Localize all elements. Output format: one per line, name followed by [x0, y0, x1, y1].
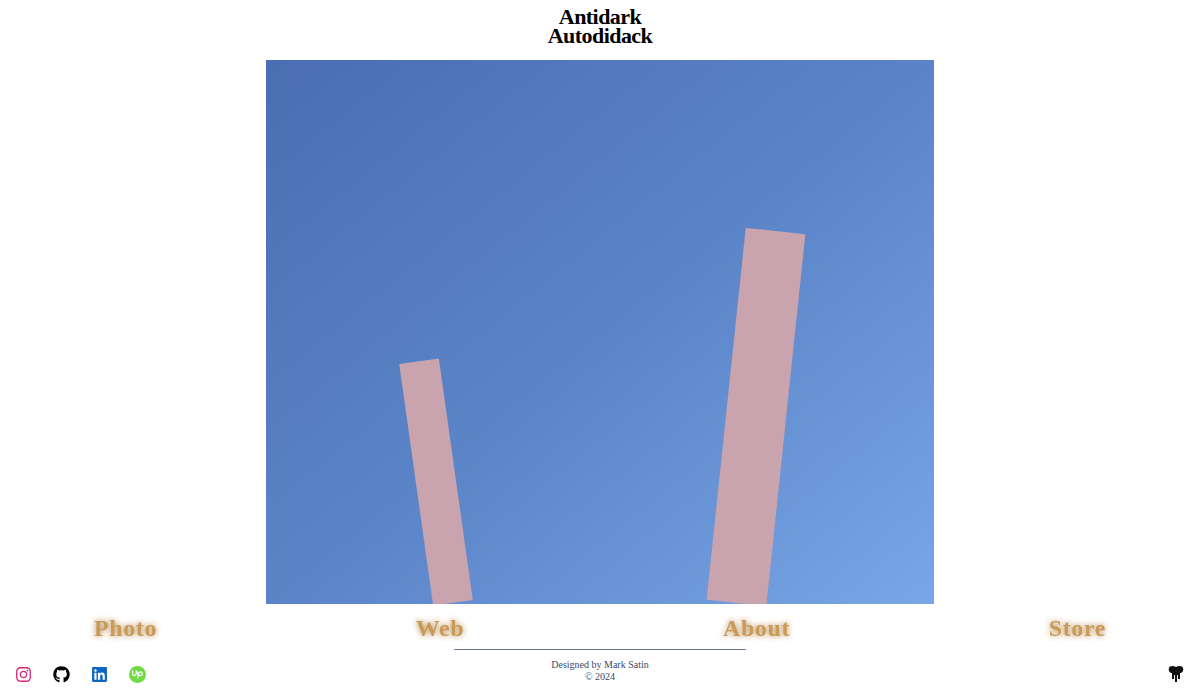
page: AntidarkAutodidack Photo Web About Store Desi… [0, 0, 1200, 692]
github-icon[interactable] [53, 666, 70, 683]
bridge-pylon [399, 358, 473, 604]
instagram-icon[interactable] [15, 666, 32, 683]
site-header: AntidarkAutodidack [0, 0, 1200, 45]
credit-text: Designed by Mark Satin [551, 659, 649, 671]
nav-link[interactable]: Web [416, 613, 464, 643]
nav-link[interactable]: Photo [94, 613, 157, 643]
footer: Designed by Mark Satin© 2024 [0, 649, 1200, 692]
main-nav: Photo Web About Store [0, 613, 1200, 643]
hero-image [266, 60, 934, 604]
social-links [15, 666, 155, 683]
footer-divider [454, 649, 746, 650]
bridge-pylon [707, 228, 806, 604]
footer-credit: Designed by Mark Satin© 2024 [454, 649, 746, 683]
copyright-text: © 2024 [585, 671, 615, 683]
nav-link[interactable]: About [723, 613, 790, 643]
linkedin-icon[interactable] [91, 666, 108, 683]
elephant-logo-icon[interactable] [1167, 665, 1185, 683]
upwork-icon[interactable] [129, 666, 146, 683]
logo-wrap [1045, 665, 1185, 683]
site-title[interactable]: Antidark [559, 7, 641, 26]
nav-link[interactable]: Store [1049, 613, 1106, 643]
site-title[interactable]: Autodidack [548, 26, 653, 45]
